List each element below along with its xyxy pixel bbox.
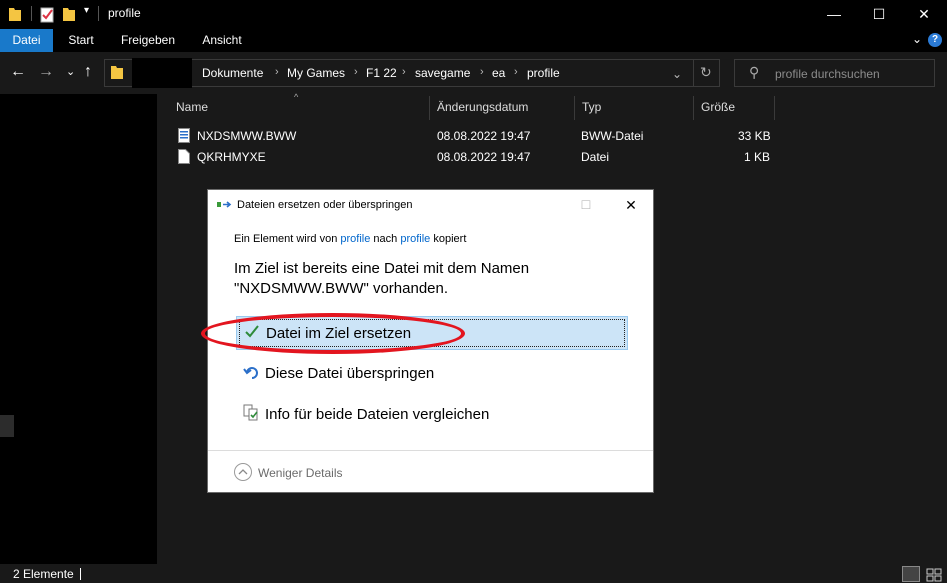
target-folder-link[interactable]: profile	[400, 233, 430, 245]
conflict-message: Im Ziel ist bereits eine Datei mit dem N…	[234, 259, 614, 299]
customize-qa-icon[interactable]: ▾	[84, 5, 89, 22]
file-type: Datei	[581, 150, 610, 164]
redacted-path	[132, 58, 192, 88]
collapse-details-icon[interactable]	[234, 463, 252, 481]
conflict-message-line2: "NXDSMWW.BWW" vorhanden.	[234, 280, 449, 297]
folder-icon[interactable]	[8, 6, 22, 23]
new-folder-icon[interactable]	[62, 6, 76, 23]
column-header-size[interactable]: Größe	[701, 100, 735, 114]
copy-info-prefix: Ein Element wird von	[234, 233, 338, 245]
address-divider	[693, 59, 694, 87]
refresh-icon[interactable]: ↻	[700, 64, 712, 81]
window-title: profile	[108, 6, 141, 20]
column-header-date[interactable]: Änderungsdatum	[437, 100, 528, 114]
copy-dialog-icon	[217, 201, 232, 208]
properties-icon[interactable]	[40, 6, 54, 23]
skip-arrow-icon	[243, 367, 258, 379]
bww-file-icon	[178, 128, 190, 143]
navigation-pane[interactable]	[0, 94, 157, 564]
checkmark-icon	[245, 325, 259, 338]
details-view-icon[interactable]	[902, 566, 920, 582]
breadcrumb-my-games[interactable]: My Games	[287, 66, 345, 80]
tab-ansicht[interactable]: Ansicht	[192, 29, 252, 52]
file-name: NXDSMWW.BWW	[197, 129, 297, 143]
chevron-up-icon	[238, 469, 248, 475]
close-button[interactable]: ✕	[901, 0, 947, 28]
chevron-right-icon[interactable]: ›	[514, 66, 518, 78]
breadcrumb-savegame[interactable]: savegame	[415, 66, 470, 80]
breadcrumb-profile[interactable]: profile	[527, 66, 560, 80]
replace-skip-dialog: Dateien ersetzen oder überspringen ☐ ✕ E…	[207, 189, 654, 493]
search-placeholder: profile durchsuchen	[775, 67, 880, 81]
status-bar: 2 Elemente	[0, 564, 947, 583]
file-date: 08.08.2022 19:47	[437, 129, 531, 143]
compare-files-option[interactable]: Info für beide Dateien vergleichen	[236, 398, 628, 432]
dialog-close-button[interactable]: ✕	[616, 194, 646, 216]
item-count: 2 Elemente	[13, 567, 74, 581]
column-header-type[interactable]: Typ	[582, 100, 601, 114]
compare-files-label: Info für beide Dateien vergleichen	[265, 406, 490, 423]
file-size: 1 KB	[744, 150, 771, 164]
copy-info: Ein Element wird von profile nach profil…	[234, 233, 466, 245]
dialog-title: Dateien ersetzen oder überspringen	[237, 199, 413, 211]
source-folder-link[interactable]: profile	[340, 233, 370, 245]
ribbon: Datei Start Freigeben Ansicht ⌄ ?	[0, 29, 947, 52]
dialog-footer: Weniger Details	[208, 450, 653, 492]
column-divider[interactable]	[429, 96, 430, 120]
minimize-button[interactable]: —	[811, 0, 857, 28]
recent-locations-icon[interactable]: ⌄	[66, 65, 75, 78]
address-bar[interactable]	[104, 59, 720, 87]
skip-file-label: Diese Datei überspringen	[265, 365, 435, 382]
replace-file-label: Datei im Ziel ersetzen	[266, 325, 412, 342]
chevron-right-icon[interactable]: ›	[275, 66, 279, 78]
file-type: BWW-Datei	[581, 129, 644, 143]
column-divider[interactable]	[574, 96, 575, 120]
file-date: 08.08.2022 19:47	[437, 150, 531, 164]
status-divider	[80, 568, 81, 580]
breadcrumb-ea[interactable]: ea	[492, 66, 505, 80]
title-divider	[98, 6, 99, 21]
tab-start[interactable]: Start	[57, 29, 105, 52]
search-box[interactable]: ⚲ profile durchsuchen	[734, 59, 935, 87]
copy-info-middle: nach	[373, 233, 398, 245]
address-folder-icon	[111, 66, 123, 79]
up-arrow-icon[interactable]: ↑	[84, 63, 92, 81]
title-bar: ▾ profile — ☐ ✕	[0, 0, 947, 29]
generic-file-icon	[178, 149, 190, 164]
address-dropdown-icon[interactable]: ⌄	[672, 67, 682, 81]
tab-datei[interactable]: Datei	[0, 29, 53, 52]
chevron-right-icon[interactable]: ›	[402, 66, 406, 78]
conflict-message-line1: Im Ziel ist bereits eine Datei mit dem N…	[234, 260, 530, 277]
breadcrumb-f1-22[interactable]: F1 22	[366, 66, 397, 80]
pane-scrollbar[interactable]	[0, 415, 14, 437]
chevron-right-icon[interactable]: ›	[480, 66, 484, 78]
chevron-right-icon[interactable]: ›	[354, 66, 358, 78]
expand-ribbon-icon[interactable]: ⌄	[912, 32, 922, 46]
skip-file-option[interactable]: Diese Datei überspringen	[236, 357, 628, 391]
compare-files-icon	[243, 404, 258, 421]
breadcrumb-dokumente[interactable]: Dokumente	[202, 66, 263, 80]
back-arrow-icon[interactable]: ←	[10, 63, 26, 81]
tab-freigeben[interactable]: Freigeben	[112, 29, 184, 52]
dialog-maximize-button: ☐	[580, 198, 592, 212]
sort-ascending-icon: ^	[294, 92, 299, 102]
maximize-button[interactable]: ☐	[856, 0, 902, 28]
search-icon: ⚲	[749, 64, 760, 80]
copy-info-suffix: kopiert	[433, 233, 467, 245]
column-divider[interactable]	[774, 96, 775, 120]
fewer-details-button[interactable]: Weniger Details	[258, 466, 342, 480]
help-icon[interactable]: ?	[928, 33, 942, 47]
file-size: 33 KB	[738, 129, 771, 143]
file-name: QKRHMYXE	[197, 150, 266, 164]
large-icons-view-icon[interactable]	[925, 566, 943, 582]
column-divider[interactable]	[693, 96, 694, 120]
qa-divider	[31, 6, 32, 21]
column-header-name[interactable]: Name	[176, 100, 208, 114]
forward-arrow-icon[interactable]: →	[38, 63, 54, 81]
replace-file-option[interactable]: Datei im Ziel ersetzen	[236, 316, 628, 350]
